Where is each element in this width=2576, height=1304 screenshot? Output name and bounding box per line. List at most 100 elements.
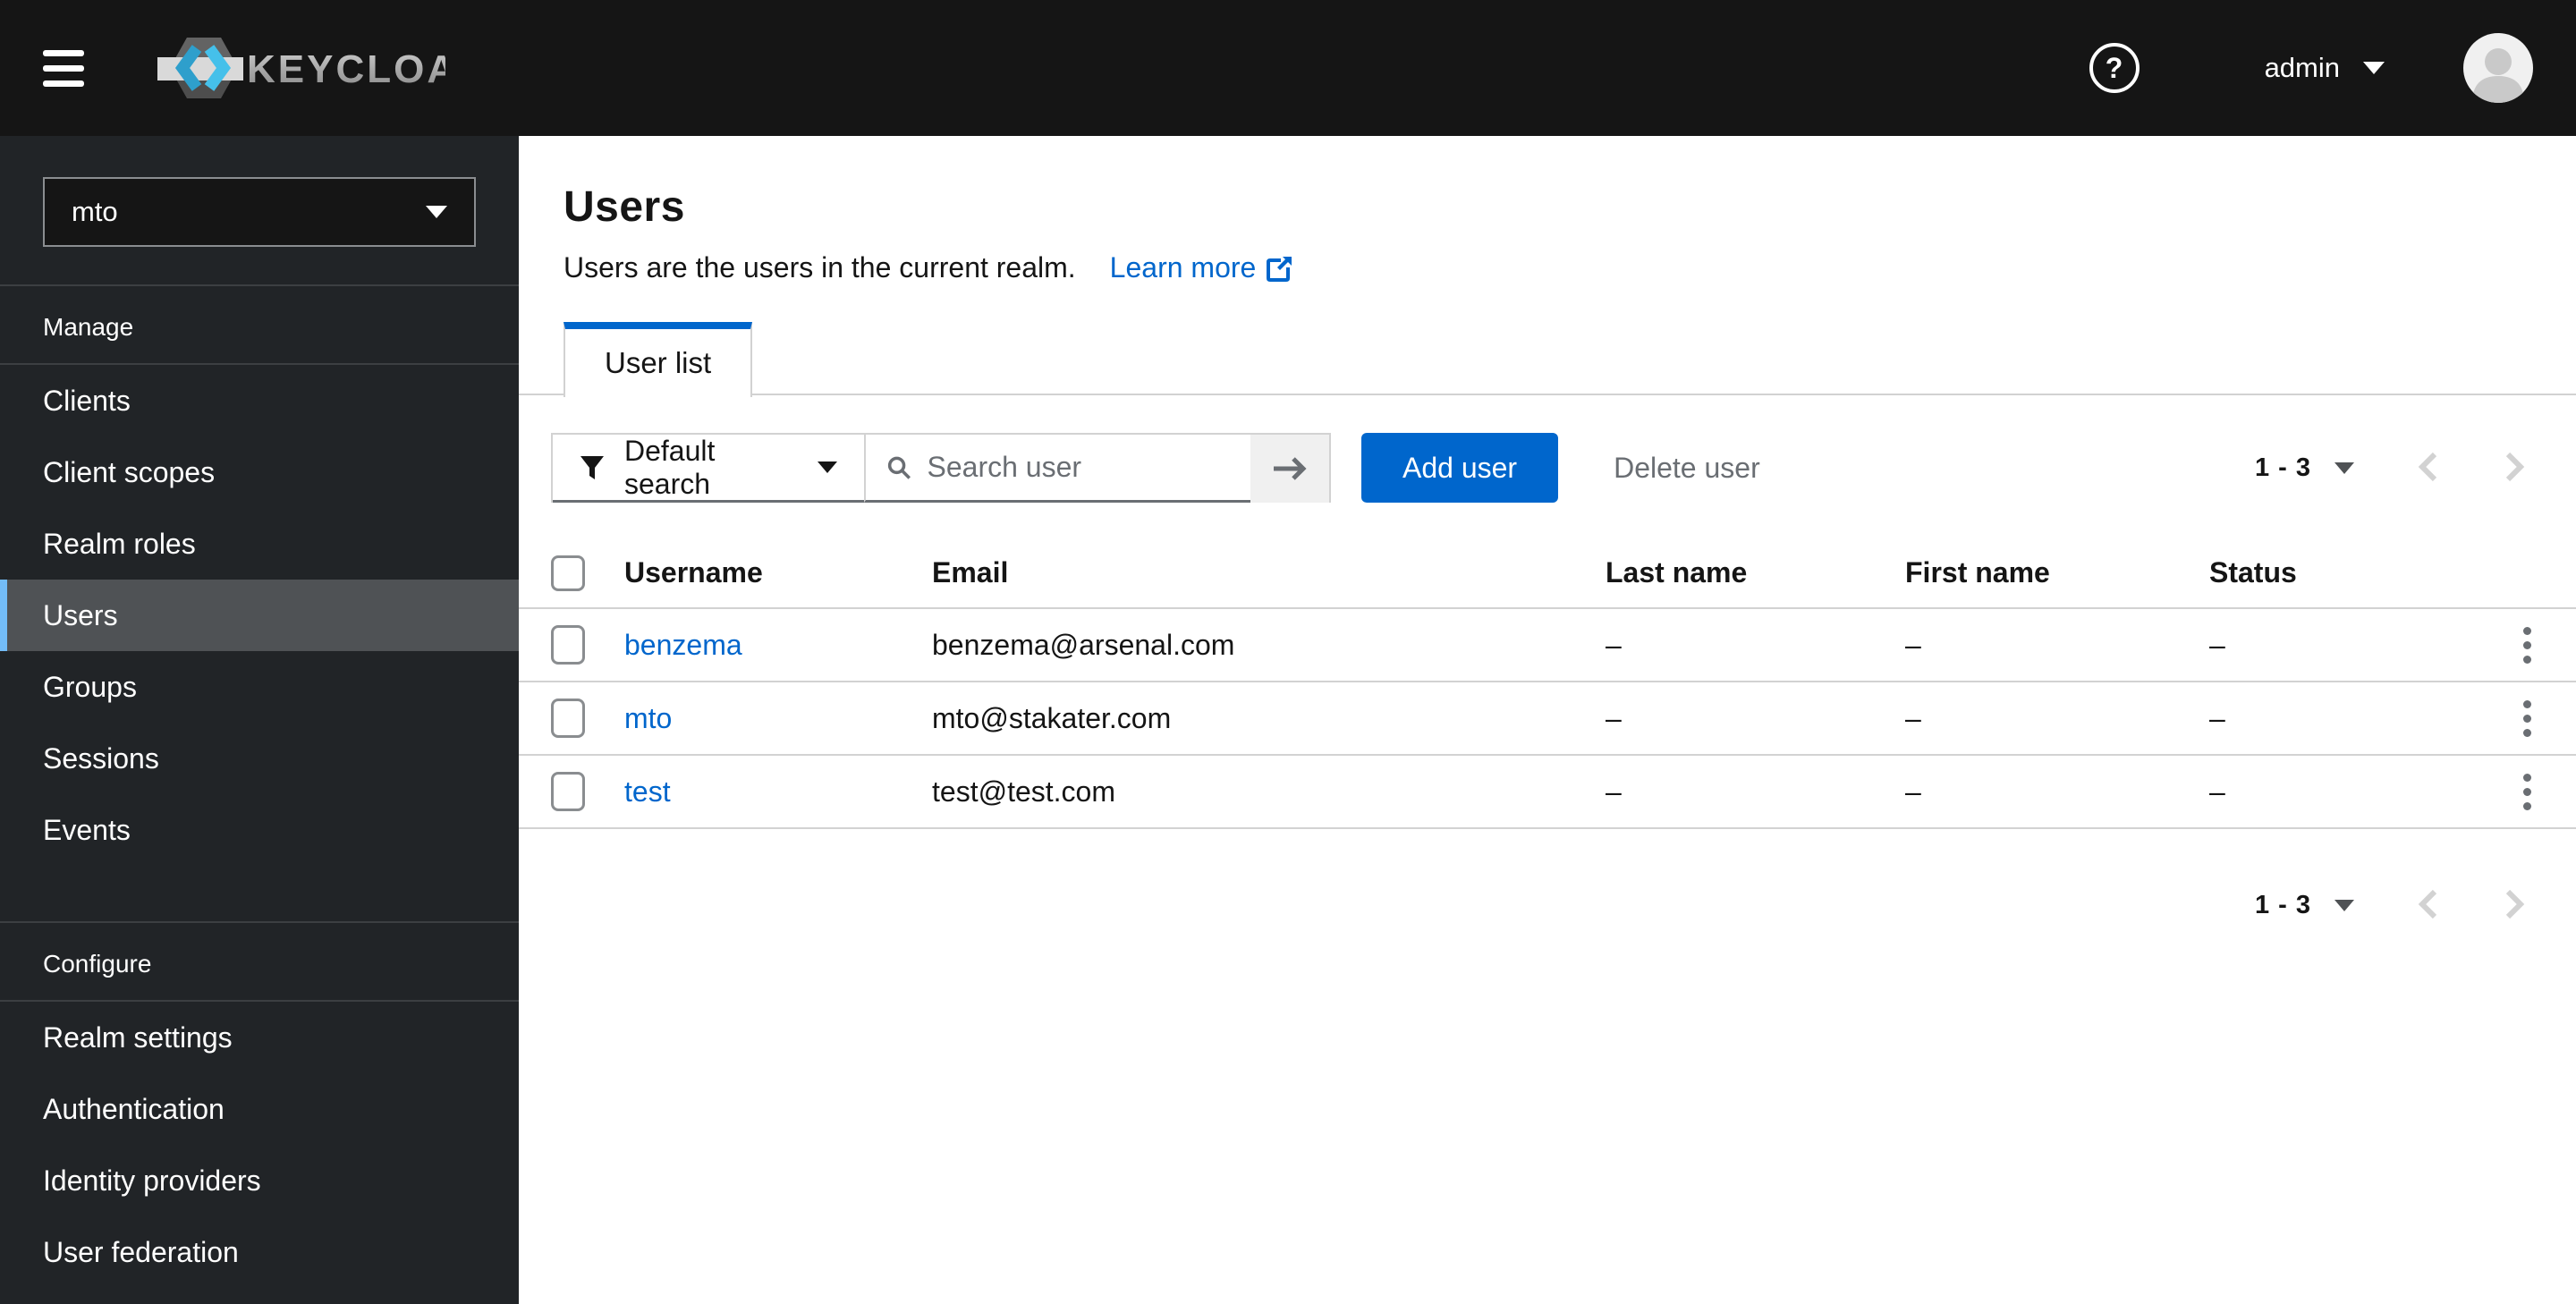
per-page-toggle[interactable] — [2334, 461, 2354, 474]
select-all-checkbox[interactable] — [551, 555, 585, 591]
search-input[interactable] — [927, 451, 1229, 484]
row-actions-kebab-button[interactable] — [2516, 766, 2538, 817]
sidebar-item-realm-settings[interactable]: Realm settings — [0, 1002, 519, 1073]
nav-toggle-button[interactable] — [43, 39, 100, 97]
sidebar-item-sessions[interactable]: Sessions — [0, 723, 519, 794]
search-group: Default search — [551, 433, 1331, 503]
next-page-button[interactable] — [2503, 449, 2526, 487]
sidebar-item-events[interactable]: Events — [0, 794, 519, 866]
sidebar: mto Manage Clients Client scopes Realm role… — [0, 136, 519, 1304]
pagination-top: 1 - 3 — [2255, 449, 2526, 487]
email-cell: test@test.com — [932, 775, 1115, 808]
row-actions-kebab-button[interactable] — [2516, 620, 2538, 671]
brand-name: KEYCLOAK — [247, 47, 445, 91]
pagination-bottom: 1 - 3 — [2255, 886, 2526, 925]
column-header-email: Email — [932, 556, 1009, 588]
realm-selector-dropdown[interactable]: mto — [43, 177, 476, 247]
row-actions-kebab-button[interactable] — [2516, 693, 2538, 744]
chevron-down-icon — [2363, 62, 2385, 74]
search-field — [864, 435, 1250, 503]
keycloak-logo-icon: KEYCLOAK — [157, 38, 445, 98]
search-type-dropdown[interactable]: Default search — [553, 435, 864, 503]
angle-right-icon — [2505, 889, 2525, 919]
status-cell: – — [2209, 775, 2225, 808]
toolbar: Default search Search user Add user Dele… — [519, 395, 2576, 538]
previous-page-button[interactable] — [2417, 886, 2440, 925]
sidebar-item-groups[interactable]: Groups — [0, 651, 519, 723]
help-icon[interactable]: ? — [2089, 43, 2140, 93]
person-icon — [2472, 48, 2524, 103]
learn-more-label: Learn more — [1109, 251, 1257, 284]
search-type-label: Default search — [624, 434, 716, 500]
main-content: Users Users are the users in the current… — [519, 136, 2576, 1304]
realm-selector-value: mto — [72, 196, 118, 227]
kebab-icon — [2522, 773, 2531, 782]
keycloak-logo: KEYCLOAK — [150, 25, 445, 111]
status-cell: – — [2209, 628, 2225, 661]
angle-right-icon — [2505, 452, 2525, 481]
per-page-toggle[interactable] — [2334, 900, 2354, 911]
column-header-username: Username — [624, 556, 763, 588]
table-row: benzema benzema@arsenal.com – – – — [519, 608, 2576, 682]
first-name-cell: – — [1905, 775, 1921, 808]
search-submit-button[interactable] — [1250, 435, 1329, 503]
chevron-down-icon — [2334, 900, 2354, 911]
last-name-cell: – — [1606, 701, 1622, 734]
sidebar-item-users[interactable]: Users — [0, 580, 519, 651]
hamburger-icon — [43, 49, 84, 56]
sidebar-item-realm-roles[interactable]: Realm roles — [0, 508, 519, 580]
pagination-range: 1 - 3 — [2254, 453, 2311, 482]
kebab-icon — [2522, 699, 2531, 708]
row-checkbox[interactable] — [551, 625, 585, 665]
add-user-button[interactable]: Add user — [1361, 433, 1559, 503]
filter-icon — [580, 455, 604, 479]
tab-label: User list — [605, 346, 712, 379]
username-link[interactable]: benzema — [624, 629, 742, 661]
sidebar-item-user-federation[interactable]: User federation — [0, 1216, 519, 1288]
arrow-right-icon — [1274, 457, 1307, 480]
table-row: mto mto@stakater.com – – – — [519, 682, 2576, 755]
row-checkbox[interactable] — [551, 772, 585, 811]
sidebar-item-authentication[interactable]: Authentication — [0, 1073, 519, 1145]
column-header-status: Status — [2209, 556, 2297, 588]
avatar[interactable] — [2463, 33, 2533, 103]
tabs: User list — [519, 322, 2576, 397]
learn-more-link[interactable]: Learn more — [1110, 251, 1294, 284]
table-row: test test@test.com – – – — [519, 755, 2576, 828]
previous-page-button[interactable] — [2417, 449, 2440, 487]
external-link-icon — [1267, 256, 1292, 282]
angle-left-icon — [2418, 889, 2437, 919]
row-checkbox[interactable] — [551, 699, 585, 738]
username-link[interactable]: mto — [624, 702, 672, 734]
user-menu-dropdown[interactable]: admin — [2265, 52, 2385, 84]
angle-left-icon — [2418, 452, 2437, 481]
pagination-range: 1 - 3 — [2254, 891, 2311, 919]
last-name-cell: – — [1606, 775, 1622, 808]
sidebar-item-clients[interactable]: Clients — [0, 365, 519, 436]
nav-section-title-configure: Configure — [43, 950, 152, 978]
nav-section-title-manage: Manage — [43, 313, 134, 341]
page-title: Users — [564, 183, 685, 231]
pagination-bottom-wrap: 1 - 3 — [519, 829, 2576, 925]
page-subtitle: Users are the users in the current realm… — [564, 251, 1076, 284]
delete-user-button[interactable]: Delete user — [1614, 452, 1760, 485]
email-cell: mto@stakater.com — [932, 701, 1172, 734]
username-link[interactable]: test — [624, 775, 671, 808]
email-cell: benzema@arsenal.com — [932, 628, 1235, 661]
chevron-down-icon — [426, 206, 447, 218]
sidebar-item-client-scopes[interactable]: Client scopes — [0, 436, 519, 508]
last-name-cell: – — [1606, 628, 1622, 661]
search-icon — [887, 456, 911, 479]
keycloak-admin-console: KEYCLOAK ? admin mto Manage ClientsClient… — [0, 0, 2576, 1304]
kebab-icon — [2522, 626, 2531, 635]
sidebar-item-identity-providers[interactable]: Identity providers — [0, 1145, 519, 1216]
user-menu-label: admin — [2264, 52, 2340, 83]
sidebar-nav: Manage Clients Client scopes Realm roles Use… — [0, 284, 519, 1288]
status-cell: – — [2209, 701, 2225, 734]
chevron-down-icon — [818, 461, 837, 473]
next-page-button[interactable] — [2503, 886, 2526, 925]
first-name-cell: – — [1905, 628, 1921, 661]
masthead: KEYCLOAK ? admin — [0, 0, 2576, 136]
tab-user-list[interactable]: User list — [564, 322, 753, 397]
column-header-last-name: Last name — [1606, 556, 1748, 588]
